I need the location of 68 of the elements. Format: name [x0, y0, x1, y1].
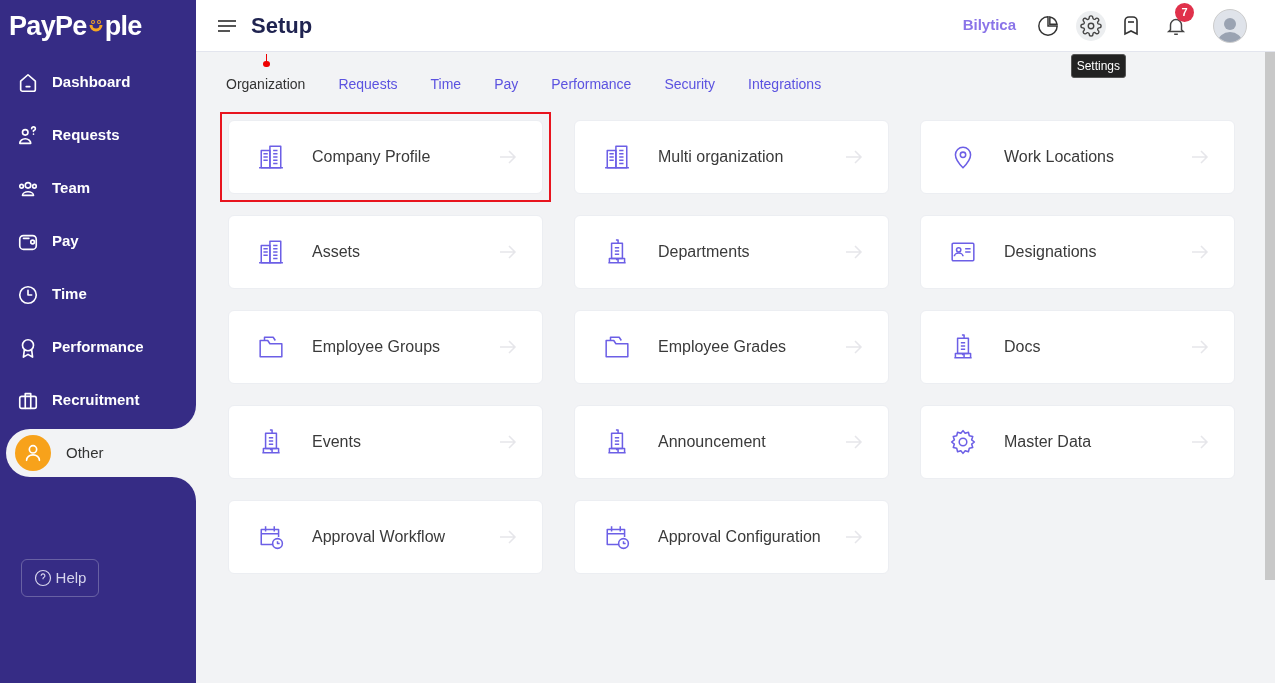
- setup-card[interactable]: Designations: [920, 215, 1235, 289]
- setup-card[interactable]: Events: [228, 405, 543, 479]
- calendar-clock-icon: [604, 524, 630, 550]
- sidebar-item[interactable]: Dashboard: [0, 70, 196, 95]
- arrow-right-icon: [499, 435, 517, 449]
- arrow-right-icon: [499, 245, 517, 259]
- setup-card[interactable]: Employee Grades: [574, 310, 889, 384]
- settings-tooltip: Settings: [1070, 54, 1126, 78]
- arrow-right-icon: [845, 150, 863, 164]
- sidebar-item[interactable]: Other: [6, 429, 196, 477]
- buildings-icon: [604, 144, 630, 170]
- tab[interactable]: Pay: [494, 74, 519, 95]
- settings-icon: [1080, 14, 1102, 37]
- arrow-right-icon: [845, 530, 863, 544]
- setup-card[interactable]: Announcement: [574, 405, 889, 479]
- pie-chart-icon[interactable]: [1037, 14, 1059, 37]
- setup-card[interactable]: Assets: [228, 215, 543, 289]
- scrollbar[interactable]: [1265, 52, 1275, 580]
- setup-card[interactable]: Employee Groups: [228, 310, 543, 384]
- buildings-icon: [258, 239, 284, 265]
- arrow-right-icon: [499, 150, 517, 164]
- arrow-right-icon: [1191, 340, 1209, 354]
- buildings-icon: [258, 144, 284, 170]
- tab[interactable]: Requests: [338, 74, 398, 95]
- arrow-right-icon: [1191, 150, 1209, 164]
- home-icon: [17, 71, 39, 94]
- tab[interactable]: Security: [664, 74, 715, 95]
- setup-card[interactable]: Departments: [574, 215, 889, 289]
- sidebar-item[interactable]: Requests: [0, 123, 196, 148]
- tab[interactable]: Performance: [551, 74, 632, 95]
- setup-card[interactable]: Approval Configuration: [574, 500, 889, 574]
- setup-card[interactable]: Approval Workflow: [228, 500, 543, 574]
- help-icon: [33, 569, 52, 587]
- calendar-clock-icon: [258, 524, 284, 550]
- arrow-right-icon: [845, 435, 863, 449]
- sidebar-item[interactable]: Time: [0, 282, 196, 307]
- brand-link[interactable]: Bilytica: [962, 14, 1016, 37]
- arrow-right-icon: [499, 340, 517, 354]
- arrow-right-icon: [1191, 245, 1209, 259]
- settings-button[interactable]: [1076, 10, 1106, 41]
- tab[interactable]: Organization: [226, 74, 306, 95]
- setup-card[interactable]: Docs: [920, 310, 1235, 384]
- tab[interactable]: Integrations: [748, 74, 822, 95]
- setup-card[interactable]: Multi organization: [574, 120, 889, 194]
- folder-icon: [258, 334, 284, 360]
- setup-card[interactable]: Master Data: [920, 405, 1235, 479]
- arrow-right-icon: [499, 530, 517, 544]
- bookmark-icon[interactable]: [1122, 15, 1140, 36]
- sidebar-item[interactable]: Performance: [0, 335, 196, 360]
- gear-icon: [950, 429, 976, 455]
- help-button[interactable]: Help: [21, 559, 99, 597]
- notification-badge: 7: [1175, 2, 1194, 22]
- logo: PayPe ple: [9, 9, 142, 43]
- arrow-right-icon: [845, 340, 863, 354]
- folder-icon: [604, 334, 630, 360]
- setup-card[interactable]: Work Locations: [920, 120, 1235, 194]
- sidebar-item[interactable]: Pay: [0, 229, 196, 254]
- tab-indicator: [262, 54, 270, 67]
- tab[interactable]: Time: [430, 74, 462, 95]
- sidebar-item[interactable]: Recruitment: [0, 388, 196, 413]
- setup-card[interactable]: Company Profile: [220, 112, 551, 202]
- user-question-icon: [17, 124, 39, 147]
- page-title: Setup: [251, 12, 313, 40]
- menu-icon[interactable]: [218, 18, 236, 33]
- clock-icon: [17, 283, 39, 306]
- arrow-right-icon: [1191, 435, 1209, 449]
- arrow-right-icon: [845, 245, 863, 259]
- sidebar-item[interactable]: Team: [0, 176, 196, 201]
